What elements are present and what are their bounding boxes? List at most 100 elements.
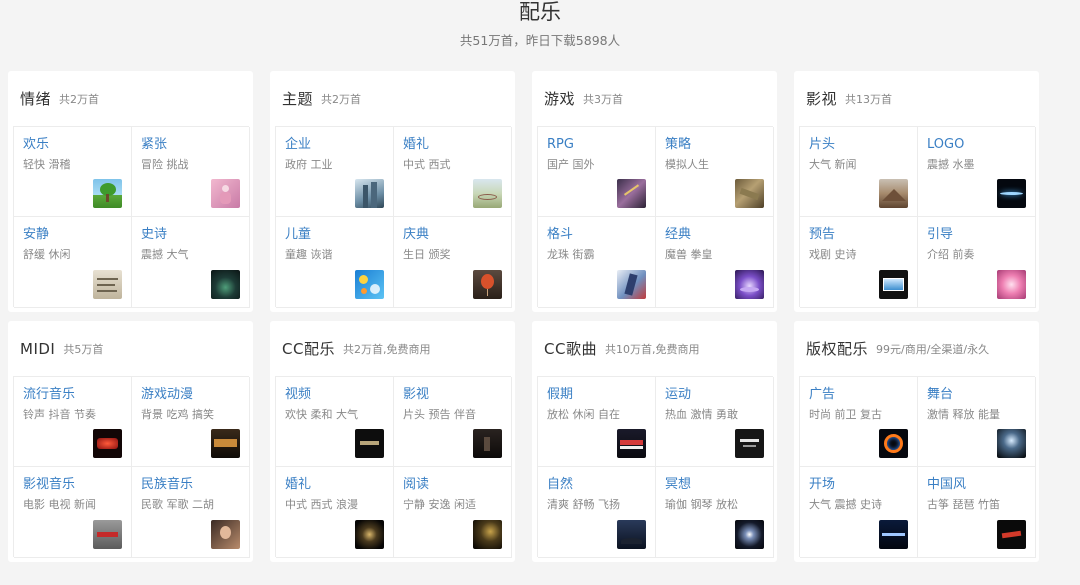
category-tile[interactable]: 阅读 宁静 安逸 闲适 (394, 467, 512, 558)
tile-tags: 震撼 水墨 (927, 158, 975, 171)
category-tile[interactable]: 引导 介绍 前奏 (918, 217, 1036, 308)
tile-tags: 冒险 挑战 (141, 158, 189, 171)
card-title[interactable]: 情绪 (20, 88, 51, 109)
category-tile[interactable]: 中国风 古筝 琵琶 竹笛 (918, 467, 1036, 558)
card-title[interactable]: 版权配乐 (806, 338, 868, 359)
card-title[interactable]: CC配乐 (282, 338, 335, 359)
tile-name[interactable]: 游戏动漫 (141, 387, 249, 403)
category-tile[interactable]: 史诗 震撼 大气 (132, 217, 250, 308)
tile-tags: 民歌 军歌 二胡 (141, 498, 214, 511)
card-title[interactable]: CC歌曲 (544, 338, 597, 359)
tile-tags: 轻快 滑稽 (23, 158, 71, 171)
tile-name[interactable]: 运动 (665, 387, 773, 403)
tile-name[interactable]: 婚礼 (285, 477, 393, 493)
tile-name[interactable]: 中国风 (927, 477, 1035, 493)
category-tile[interactable]: 流行音乐 铃声 抖音 节奏 (14, 377, 132, 467)
category-tile[interactable]: 庆典 生日 颁奖 (394, 217, 512, 308)
category-tile[interactable]: 格斗 龙珠 街霸 (538, 217, 656, 308)
category-tile[interactable]: 婚礼 中式 西式 (394, 127, 512, 217)
card-count: 共10万首,免费商用 (604, 342, 700, 356)
category-tile[interactable]: 儿童 童趣 诙谐 (276, 217, 394, 308)
tile-name[interactable]: 企业 (285, 137, 393, 153)
card-count: 共5万首 (63, 342, 104, 356)
tile-name[interactable]: 片头 (809, 137, 917, 153)
category-tile[interactable]: 广告 时尚 前卫 复古 (800, 377, 918, 467)
tile-tags: 魔兽 拳皇 (665, 248, 713, 261)
category-card: 主题 共2万首 企业 政府 工业 婚礼 中式 西式 儿童 童趣 诙谐 庆典 生日… (270, 71, 515, 312)
category-tile[interactable]: RPG 国产 国外 (538, 127, 656, 217)
tile-name[interactable]: 假期 (547, 387, 655, 403)
card-title[interactable]: 游戏 (544, 88, 575, 109)
tile-name[interactable]: 视频 (285, 387, 393, 403)
category-tile[interactable]: 欢乐 轻快 滑稽 (14, 127, 132, 217)
category-tile[interactable]: 开场 大气 震撼 史诗 (800, 467, 918, 558)
category-tile[interactable]: 运动 热血 激情 勇敢 (656, 377, 774, 467)
category-card: CC歌曲 共10万首,免费商用 假期 放松 休闲 自在 运动 热血 激情 勇敢 (532, 321, 777, 562)
tile-name[interactable]: 预告 (809, 227, 917, 243)
card-title[interactable]: 影视 (806, 88, 837, 109)
tile-name[interactable]: RPG (547, 137, 655, 153)
fighter-icon (617, 270, 646, 299)
tile-name[interactable]: 民族音乐 (141, 477, 249, 493)
tile-tags: 清爽 舒畅 飞扬 (547, 498, 620, 511)
stage-lights-icon (93, 429, 122, 458)
tile-name[interactable]: 冥想 (665, 477, 773, 493)
tile-tags: 热血 激情 勇敢 (665, 408, 738, 421)
tile-name[interactable]: 史诗 (141, 227, 249, 243)
tile-name[interactable]: 阅读 (403, 477, 511, 493)
tile-tags: 模拟人生 (665, 158, 709, 171)
tile-name[interactable]: 引导 (927, 227, 1035, 243)
category-tile[interactable]: 视频 欢快 柔和 大气 (276, 377, 394, 467)
tile-name[interactable]: 格斗 (547, 227, 655, 243)
tile-name[interactable]: 经典 (665, 227, 773, 243)
video-logo-icon (355, 429, 384, 458)
category-card: MIDI 共5万首 流行音乐 铃声 抖音 节奏 游戏动漫 背景 吃鸡 搞笑 影视… (8, 321, 253, 562)
card-header: 版权配乐 99元/商用/全渠道/永久 (794, 321, 1039, 376)
category-tile[interactable]: 假期 放松 休闲 自在 (538, 377, 656, 467)
tile-name[interactable]: 策略 (665, 137, 773, 153)
card-title[interactable]: 主题 (282, 88, 313, 109)
tile-name[interactable]: 广告 (809, 387, 917, 403)
tile-name[interactable]: 安静 (23, 227, 131, 243)
tile-tags: 背景 吃鸡 搞笑 (141, 408, 214, 421)
category-tile[interactable]: 冥想 瑜伽 钢琴 放松 (656, 467, 774, 558)
tile-name[interactable]: 儿童 (285, 227, 393, 243)
tile-tags: 震撼 大气 (141, 248, 189, 261)
category-tile[interactable]: 影视音乐 电影 电视 新闻 (14, 467, 132, 558)
crystal-icon (735, 270, 764, 299)
card-header: CC配乐 共2万首,免费商用 (270, 321, 515, 376)
category-tile[interactable]: 舞台 激情 释放 能量 (918, 377, 1036, 467)
category-tile[interactable]: 紧张 冒险 挑战 (132, 127, 250, 217)
category-tile[interactable]: 自然 清爽 舒畅 飞扬 (538, 467, 656, 558)
card-title[interactable]: MIDI (20, 340, 55, 358)
tile-tags: 政府 工业 (285, 158, 333, 171)
tile-name[interactable]: 开场 (809, 477, 917, 493)
tile-tags: 欢快 柔和 大气 (285, 408, 358, 421)
category-tile[interactable]: 片头 大气 新闻 (800, 127, 918, 217)
card-count: 99元/商用/全渠道/永久 (876, 342, 990, 356)
tile-name[interactable]: 自然 (547, 477, 655, 493)
tile-name[interactable]: 紧张 (141, 137, 249, 153)
category-tile[interactable]: 婚礼 中式 西式 浪漫 (276, 467, 394, 558)
dark-glow-icon (211, 270, 240, 299)
category-tile[interactable]: 民族音乐 民歌 军歌 二胡 (132, 467, 250, 558)
tile-name[interactable]: 影视 (403, 387, 511, 403)
balloon-icon (473, 270, 502, 299)
category-tile[interactable]: 安静 舒缓 休闲 (14, 217, 132, 308)
category-tile[interactable]: LOGO 震撼 水墨 (918, 127, 1036, 217)
tile-name[interactable]: 庆典 (403, 227, 511, 243)
tile-name[interactable]: LOGO (927, 137, 1035, 153)
category-tile[interactable]: 预告 戏剧 史诗 (800, 217, 918, 308)
tile-name[interactable]: 舞台 (927, 387, 1035, 403)
category-tile[interactable]: 影视 片头 预告 伴音 (394, 377, 512, 467)
tile-name[interactable]: 欢乐 (23, 137, 131, 153)
tile-name[interactable]: 流行音乐 (23, 387, 131, 403)
category-tile[interactable]: 游戏动漫 背景 吃鸡 搞笑 (132, 377, 250, 467)
tile-name[interactable]: 影视音乐 (23, 477, 131, 493)
category-tile[interactable]: 策略 模拟人生 (656, 127, 774, 217)
category-tile[interactable]: 经典 魔兽 拳皇 (656, 217, 774, 308)
category-card: 影视 共13万首 片头 大气 新闻 LOGO 震撼 水墨 预告 戏剧 史诗 引导… (794, 71, 1039, 312)
tile-name[interactable]: 婚礼 (403, 137, 511, 153)
category-tile[interactable]: 企业 政府 工业 (276, 127, 394, 217)
card-header: 游戏 共3万首 (532, 71, 777, 126)
